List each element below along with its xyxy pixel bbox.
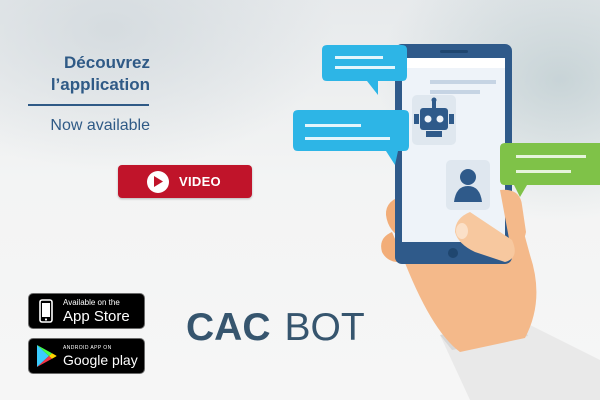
chat-bubble-icon: [322, 45, 407, 95]
headline-divider: [28, 104, 149, 106]
google-play-big-text: Google play: [63, 351, 138, 368]
play-icon: [147, 170, 169, 193]
robot-icon: [412, 95, 456, 145]
promo-subline: Now available: [50, 117, 150, 134]
google-play-small-text: ANDROID APP ON: [63, 344, 112, 351]
headline-line-2: l’application: [50, 75, 150, 94]
app-store-small-text: Available on the: [63, 297, 120, 307]
chat-bubble-icon: [500, 143, 600, 197]
user-icon: [446, 160, 490, 210]
phone-icon: [33, 299, 59, 323]
brand-part-1: CAC: [186, 306, 271, 349]
chat-bubble-icon: [293, 110, 409, 165]
app-store-badge[interactable]: Available on the App Store: [28, 293, 145, 329]
video-button-label: VIDEO: [179, 174, 221, 189]
video-button[interactable]: VIDEO: [118, 165, 252, 198]
hand-holding-phone: [293, 44, 600, 400]
headline-line-1: Découvrez: [64, 53, 150, 72]
google-play-badge[interactable]: ANDROID APP ON Google play: [28, 338, 145, 374]
promo-headline: Découvrez l’application: [30, 52, 150, 96]
google-play-icon: [33, 344, 59, 368]
app-store-big-text: App Store: [63, 307, 130, 325]
